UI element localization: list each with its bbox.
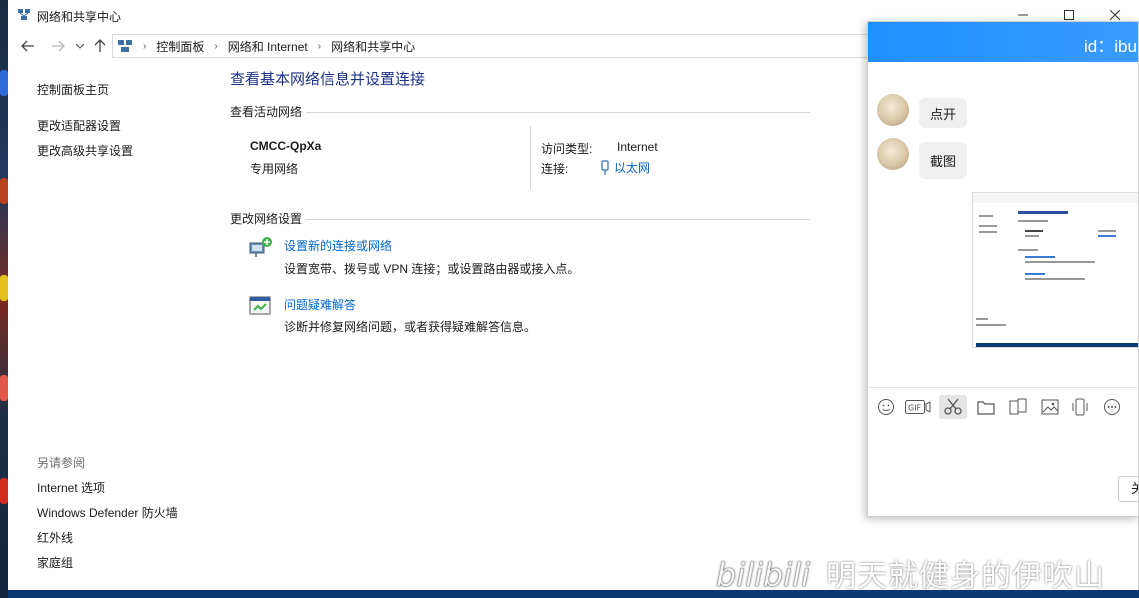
recent-locations-button[interactable] xyxy=(74,37,86,55)
sidebar: 控制面板主页 更改适配器设置 更改高级共享设置 另请参阅 Internet 选项… xyxy=(8,62,213,590)
bilibili-logo: bilibili xyxy=(716,556,811,595)
setup-connection-link[interactable]: 设置新的连接或网络 xyxy=(284,237,392,254)
maximize-icon xyxy=(1064,10,1074,20)
desktop-background xyxy=(0,0,8,598)
active-networks-label: 查看活动网络 xyxy=(230,105,303,119)
page-title: 查看基本网络信息并设置连接 xyxy=(230,71,426,88)
phone-button[interactable] xyxy=(1068,395,1092,419)
minimize-icon xyxy=(1018,14,1028,16)
troubleshoot-description: 诊断并修复网络问题，或者获得疑难解答信息。 xyxy=(284,320,537,334)
desktop-icon[interactable] xyxy=(0,70,8,96)
back-button[interactable] xyxy=(18,37,38,55)
up-button[interactable] xyxy=(92,37,108,55)
arrow-right-icon xyxy=(52,40,65,52)
chat-header[interactable]: id：ibu xyxy=(868,22,1138,62)
watermark-text: 明天就健身的伊吹山 xyxy=(826,559,1105,594)
arrow-left-icon xyxy=(21,40,34,52)
breadcrumb-separator: › xyxy=(143,40,147,52)
desktop-icon[interactable] xyxy=(0,178,8,204)
setup-connection-description: 设置宽带、拨号或 VPN 连接；或设置路由器或接入点。 xyxy=(284,262,580,276)
sidebar-link-advanced-sharing[interactable]: 更改高级共享设置 xyxy=(37,142,133,159)
network-center-icon xyxy=(18,9,30,20)
avatar[interactable] xyxy=(877,138,909,170)
see-also-homegroup[interactable]: 家庭组 xyxy=(37,554,73,571)
network-name: CMCC-QpXa xyxy=(250,139,322,153)
more-button[interactable] xyxy=(1100,395,1124,419)
control-panel-icon xyxy=(118,40,132,52)
forward-button[interactable] xyxy=(48,37,68,55)
breadcrumb-network-center[interactable]: 网络和共享中心 xyxy=(331,38,415,55)
desktop-icon[interactable] xyxy=(0,478,8,504)
desktop-icon[interactable] xyxy=(0,375,8,401)
ethernet-connection-link[interactable]: 以太网 xyxy=(600,159,650,176)
see-also-infrared[interactable]: 红外线 xyxy=(37,529,73,546)
ethernet-label: 以太网 xyxy=(614,161,651,175)
section-divider xyxy=(306,219,810,220)
screenshot-thumbnail-graphic xyxy=(973,193,1138,347)
troubleshoot-link[interactable]: 问题疑难解答 xyxy=(284,296,356,313)
access-type-value: Internet xyxy=(617,140,658,154)
svg-text:GIF: GIF xyxy=(908,404,922,413)
scissors-icon xyxy=(944,398,962,415)
more-icon xyxy=(1104,399,1120,415)
chat-message: 截图 xyxy=(919,142,968,179)
breadcrumb-separator: › xyxy=(317,40,322,52)
see-also-heading: 另请参阅 xyxy=(37,456,86,470)
bilibili-watermark: bilibili 明天就健身的伊吹山 xyxy=(714,548,1105,598)
chat-header-title: id：ibu xyxy=(1084,37,1137,56)
address-bar[interactable]: › 控制面板 › 网络和 Internet › 网络和共享中心 xyxy=(112,34,872,58)
file-button[interactable] xyxy=(974,395,998,419)
network-setup-icon xyxy=(249,237,272,257)
bilibili-logo-text: bilibili xyxy=(716,556,810,594)
gif-button[interactable]: GIF xyxy=(904,395,932,419)
chevron-down-icon xyxy=(76,43,84,49)
access-type-label: 访问类型: xyxy=(541,142,593,156)
breadcrumb-network-internet[interactable]: 网络和 Internet xyxy=(228,38,308,55)
folder-icon xyxy=(977,401,995,415)
image-button[interactable] xyxy=(1038,395,1062,419)
sidebar-link-adapter-settings[interactable]: 更改适配器设置 xyxy=(37,117,121,134)
chat-window: id：ibu 点开 截图 GIF xyxy=(867,21,1139,517)
ethernet-icon xyxy=(601,159,609,175)
phone-icon xyxy=(1072,398,1088,416)
image-icon xyxy=(1041,399,1059,415)
window-title: 网络和共享中心 xyxy=(37,10,122,24)
troubleshoot-icon xyxy=(249,296,271,315)
emoji-icon xyxy=(878,399,894,415)
arrow-up-icon xyxy=(94,39,106,52)
gif-icon: GIF xyxy=(905,400,931,414)
screen-share-icon xyxy=(1009,398,1027,415)
connection-label: 连接: xyxy=(541,162,569,176)
emoji-button[interactable] xyxy=(874,395,898,419)
breadcrumb-control-panel[interactable]: 控制面板 xyxy=(156,38,204,55)
chat-toolbar: GIF xyxy=(868,387,1138,427)
send-button[interactable]: 关 xyxy=(1118,476,1138,502)
vertical-divider xyxy=(530,126,531,190)
change-settings-label: 更改网络设置 xyxy=(230,212,303,226)
close-icon xyxy=(1110,10,1120,20)
sidebar-link-control-panel-home[interactable]: 控制面板主页 xyxy=(37,81,109,98)
avatar[interactable] xyxy=(877,94,909,126)
screen-share-button[interactable] xyxy=(1006,395,1030,419)
see-also-internet-options[interactable]: Internet 选项 xyxy=(37,479,105,496)
breadcrumb-separator: › xyxy=(214,40,218,52)
chat-message: 点开 xyxy=(919,98,968,128)
screenshot-thumbnail[interactable] xyxy=(972,192,1138,348)
desktop-icon[interactable] xyxy=(0,275,8,301)
section-divider xyxy=(306,112,810,113)
see-also-firewall[interactable]: Windows Defender 防火墙 xyxy=(37,504,178,521)
screenshot-button[interactable] xyxy=(939,395,967,419)
main-content: 查看基本网络信息并设置连接 查看活动网络 CMCC-QpXa 专用网络 访问类型… xyxy=(230,62,870,582)
network-type: 专用网络 xyxy=(250,162,299,176)
